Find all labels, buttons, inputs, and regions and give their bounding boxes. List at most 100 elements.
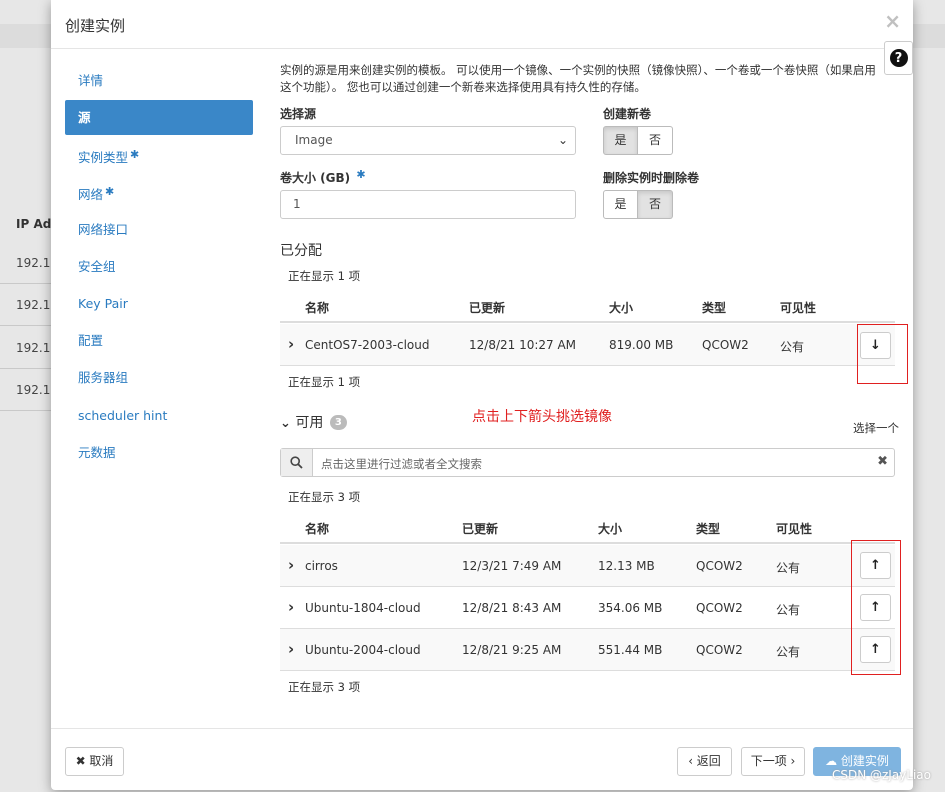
- modal-title: 创建实例: [65, 17, 126, 35]
- row-visibility: 公有: [780, 340, 805, 354]
- column-header-size: 大小: [609, 301, 634, 315]
- background-divider: [0, 410, 51, 411]
- delete-volume-no[interactable]: 否: [638, 190, 673, 219]
- table-row: › cirros 12/3/21 7:49 AM 12.13 MB QCOW2 …: [280, 545, 895, 587]
- available-title[interactable]: ⌄ 可用 3: [280, 412, 347, 432]
- table-row: › Ubuntu-1804-cloud 12/8/21 8:43 AM 354.…: [280, 587, 895, 629]
- row-size: 819.00 MB: [609, 338, 674, 352]
- row-type: QCOW2: [696, 601, 743, 615]
- chevron-right-icon[interactable]: ›: [288, 556, 294, 574]
- sidebar-item-metadata[interactable]: 元数据: [65, 435, 253, 470]
- search-icon: [281, 449, 313, 476]
- sidebar-item-scheduler-hint[interactable]: scheduler hint: [65, 398, 253, 433]
- column-header-updated: 已更新: [469, 301, 506, 315]
- chevron-right-icon[interactable]: ›: [288, 335, 294, 353]
- create-volume-label: 创建新卷: [603, 107, 652, 121]
- chevron-down-icon: ⌄: [557, 133, 568, 147]
- select-one-label: 选择一个: [853, 421, 899, 435]
- column-header-visibility: 可见性: [776, 522, 813, 536]
- chevron-right-icon[interactable]: ›: [288, 640, 294, 658]
- column-header-type: 类型: [696, 522, 721, 536]
- sidebar-item-security-groups[interactable]: 安全组: [65, 249, 253, 284]
- create-volume-no[interactable]: 否: [638, 126, 673, 155]
- cancel-button[interactable]: ✖ 取消: [65, 747, 124, 776]
- create-volume-yes[interactable]: 是: [603, 126, 638, 155]
- create-instance-label: 创建实例: [840, 754, 889, 768]
- column-header-name: 名称: [305, 522, 330, 536]
- question-icon: ?: [889, 49, 908, 67]
- sidebar-item-flavor[interactable]: 实例类型 ✱: [65, 137, 253, 172]
- row-type: QCOW2: [696, 559, 743, 573]
- annotation-text: 点击上下箭头挑选镜像: [472, 409, 612, 425]
- volume-size-label-text: 卷大小 (GB): [280, 171, 351, 185]
- allocated-count-top: 正在显示 1 项: [288, 269, 361, 283]
- column-header-updated: 已更新: [462, 522, 499, 536]
- row-visibility: 公有: [776, 561, 801, 575]
- chevron-right-icon[interactable]: ›: [288, 598, 294, 616]
- next-button[interactable]: 下一项 ›: [741, 747, 805, 776]
- delete-volume-yes[interactable]: 是: [603, 190, 638, 219]
- select-source-dropdown[interactable]: Image ⌄: [280, 126, 576, 155]
- sidebar-item-server-groups[interactable]: 服务器组: [65, 360, 253, 395]
- help-button[interactable]: ?: [884, 41, 913, 75]
- row-type: QCOW2: [702, 338, 749, 352]
- watermark: CSDN @zJayLiao: [831, 768, 931, 782]
- sidebar-item-key-pair[interactable]: Key Pair: [65, 286, 253, 321]
- search-placeholder: 点击这里进行过滤或者全文搜索: [321, 457, 482, 471]
- chevron-down-icon: ⌄: [280, 416, 291, 431]
- available-count-badge: 3: [329, 415, 347, 430]
- table-row: › CentOS7-2003-cloud 12/8/21 10:27 AM 81…: [280, 324, 895, 366]
- sidebar-item-label: 网络: [78, 187, 104, 202]
- row-updated: 12/8/21 9:25 AM: [462, 643, 562, 657]
- select-source-label: 选择源: [280, 107, 317, 121]
- required-star-icon: ✱: [356, 168, 366, 181]
- sidebar-item-networks[interactable]: 网络 ✱: [65, 174, 253, 209]
- select-source-value: Image: [295, 133, 333, 147]
- clear-icon[interactable]: ✖: [877, 454, 888, 469]
- allocated-table-header: 名称 已更新 大小 类型 可见性: [280, 291, 895, 323]
- row-size: 354.06 MB: [598, 601, 663, 615]
- sidebar-item-label: scheduler hint: [78, 408, 168, 423]
- sidebar-item-source[interactable]: 源: [65, 100, 253, 135]
- cloud-upload-icon: ☁: [825, 754, 838, 768]
- sidebar-item-details[interactable]: 详情: [65, 63, 253, 98]
- volume-size-input[interactable]: 1: [280, 190, 576, 219]
- launch-instance-modal: 创建实例 × ? 详情 源 实例类型 ✱ 网络 ✱ 网络接口 安全组 Key Pai…: [51, 0, 913, 790]
- required-star-icon: ✱: [130, 148, 140, 161]
- search-input[interactable]: 点击这里进行过滤或者全文搜索 ✖: [280, 448, 895, 477]
- available-count-bottom: 正在显示 3 项: [288, 680, 361, 694]
- row-updated: 12/8/21 8:43 AM: [462, 601, 562, 615]
- back-button[interactable]: ‹ 返回: [677, 747, 732, 776]
- column-header-size: 大小: [598, 522, 623, 536]
- row-type: QCOW2: [696, 643, 743, 657]
- allocated-count-bottom: 正在显示 1 项: [288, 375, 361, 389]
- volume-size-label: 卷大小 (GB) ✱: [280, 168, 366, 186]
- row-updated: 12/8/21 10:27 AM: [469, 338, 577, 352]
- sidebar-item-label: Key Pair: [78, 296, 128, 311]
- sidebar-item-label: 安全组: [78, 259, 116, 274]
- annotation-highlight-box: [857, 324, 908, 384]
- sidebar-item-label: 详情: [78, 73, 104, 88]
- sidebar-item-label: 源: [78, 110, 91, 125]
- available-count-top: 正在显示 3 项: [288, 490, 361, 504]
- close-icon[interactable]: ×: [884, 9, 901, 33]
- sidebar-item-network-ports[interactable]: 网络接口: [65, 212, 253, 247]
- allocated-title: 已分配: [280, 243, 322, 259]
- column-header-type: 类型: [702, 301, 727, 315]
- modal-footer: ✖ 取消 ‹ 返回 下一项 › ☁ 创建实例: [51, 728, 913, 790]
- row-name: CentOS7-2003-cloud: [305, 338, 430, 352]
- row-size: 12.13 MB: [598, 559, 655, 573]
- delete-volume-toggle: 是 否: [603, 190, 673, 219]
- sidebar-item-label: 实例类型: [78, 150, 129, 165]
- sidebar-item-label: 元数据: [78, 445, 116, 460]
- column-header-name: 名称: [305, 301, 330, 315]
- sidebar-item-label: 配置: [78, 333, 104, 348]
- row-name: Ubuntu-1804-cloud: [305, 601, 421, 615]
- sidebar-item-label: 服务器组: [78, 370, 129, 385]
- row-updated: 12/3/21 7:49 AM: [462, 559, 562, 573]
- row-visibility: 公有: [776, 645, 801, 659]
- sidebar-item-configuration[interactable]: 配置: [65, 323, 253, 358]
- sidebar-item-label: 网络接口: [78, 222, 129, 237]
- column-header-visibility: 可见性: [780, 301, 817, 315]
- background-divider: [0, 368, 51, 369]
